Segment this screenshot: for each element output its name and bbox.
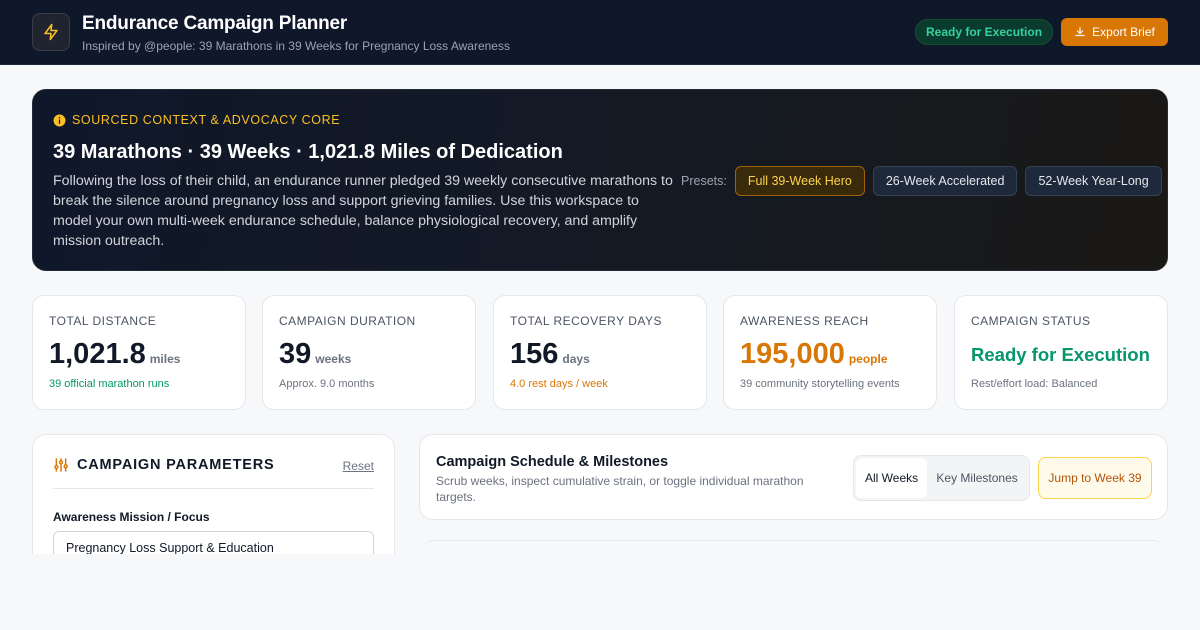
params-title: CAMPAIGN PARAMETERS: [77, 457, 275, 473]
view-all-weeks-button[interactable]: All Weeks: [856, 458, 928, 498]
stat-card-awareness-reach: AWARENESS REACH 195,000 people 39 communi…: [723, 295, 937, 410]
stat-value: 39: [279, 338, 312, 370]
hero-description: Following the loss of their child, an en…: [53, 173, 673, 249]
preset-26-week[interactable]: 26-Week Accelerated: [872, 166, 1018, 196]
stat-value: 156: [510, 338, 559, 370]
lightning-bolt-icon: [32, 13, 70, 51]
app-title: Endurance Campaign Planner: [82, 13, 348, 34]
stat-note: 39 official marathon runs: [49, 378, 170, 390]
sliders-icon: [54, 458, 68, 472]
stat-unit: days: [562, 352, 590, 366]
presets-label: Presets:: [681, 174, 727, 188]
divider: [53, 488, 374, 489]
stat-label: AWARENESS REACH: [740, 314, 869, 328]
stat-note: 39 community storytelling events: [740, 378, 900, 390]
app-header: Endurance Campaign Planner Inspired by @…: [0, 0, 1200, 65]
context-hero-card: SOURCED CONTEXT & ADVOCACY CORE 39 Marat…: [32, 89, 1168, 271]
hero-title: 39 Marathons · 39 Weeks · 1,021.8 Miles …: [53, 141, 563, 163]
stat-label: CAMPAIGN STATUS: [971, 314, 1091, 328]
export-brief-button[interactable]: Export Brief: [1061, 18, 1168, 46]
preset-52-week[interactable]: 52-Week Year-Long: [1025, 166, 1162, 196]
preset-full-39-week[interactable]: Full 39-Week Hero: [734, 166, 865, 196]
stat-card-campaign-duration: CAMPAIGN DURATION 39 weeks Approx. 9.0 mo…: [262, 295, 476, 410]
stat-note: Approx. 9.0 months: [279, 378, 375, 390]
stat-unit: weeks: [315, 352, 352, 366]
view-key-milestones-button[interactable]: Key Milestones: [927, 458, 1027, 498]
schedule-title: Campaign Schedule & Milestones: [436, 454, 669, 470]
hero-tag: SOURCED CONTEXT & ADVOCACY CORE: [53, 113, 340, 127]
campaign-parameters-panel: CAMPAIGN PARAMETERS Reset Awareness Miss…: [32, 434, 395, 554]
view-toggle: All Weeks Key Milestones: [853, 455, 1030, 501]
info-icon: [53, 114, 66, 126]
mission-field-label: Awareness Mission / Focus: [53, 510, 210, 524]
reset-link[interactable]: Reset: [343, 459, 374, 473]
stat-unit: miles: [149, 352, 181, 366]
download-icon: [1075, 27, 1085, 37]
stat-card-campaign-status: CAMPAIGN STATUS Ready for Execution Rest…: [954, 295, 1168, 410]
stat-card-recovery-days: TOTAL RECOVERY DAYS 156 days 4.0 rest day…: [493, 295, 707, 410]
export-brief-label: Export Brief: [1092, 25, 1155, 39]
schedule-subtitle: Scrub weeks, inspect cumulative strain, …: [436, 474, 804, 504]
schedule-header-card: Campaign Schedule & Milestones Scrub wee…: [419, 434, 1168, 520]
stat-value: Ready for Execution: [971, 344, 1150, 365]
jump-to-week-button[interactable]: Jump to Week 39: [1038, 457, 1152, 499]
hero-tag-label: SOURCED CONTEXT & ADVOCACY CORE: [72, 113, 341, 127]
stat-label: CAMPAIGN DURATION: [279, 314, 416, 328]
schedule-grid-card: [424, 540, 1164, 550]
stat-value: 195,000: [740, 338, 845, 370]
stat-label: TOTAL RECOVERY DAYS: [510, 314, 662, 328]
stat-unit: people: [848, 352, 888, 366]
app-subtitle: Inspired by @people: 39 Marathons in 39 …: [82, 39, 510, 53]
stat-value: 1,021.8: [49, 338, 146, 370]
stat-note: 4.0 rest days / week: [510, 378, 608, 390]
stat-label: TOTAL DISTANCE: [49, 314, 157, 328]
mission-select[interactable]: Pregnancy Loss Support & Education: [53, 531, 374, 554]
stat-card-total-distance: TOTAL DISTANCE 1,021.8 miles 39 official …: [32, 295, 246, 410]
status-badge: Ready for Execution: [915, 19, 1054, 45]
preset-group: Presets: Full 39-Week Hero 26-Week Accel…: [681, 166, 1162, 196]
stat-note: Rest/effort load: Balanced: [971, 378, 1098, 390]
